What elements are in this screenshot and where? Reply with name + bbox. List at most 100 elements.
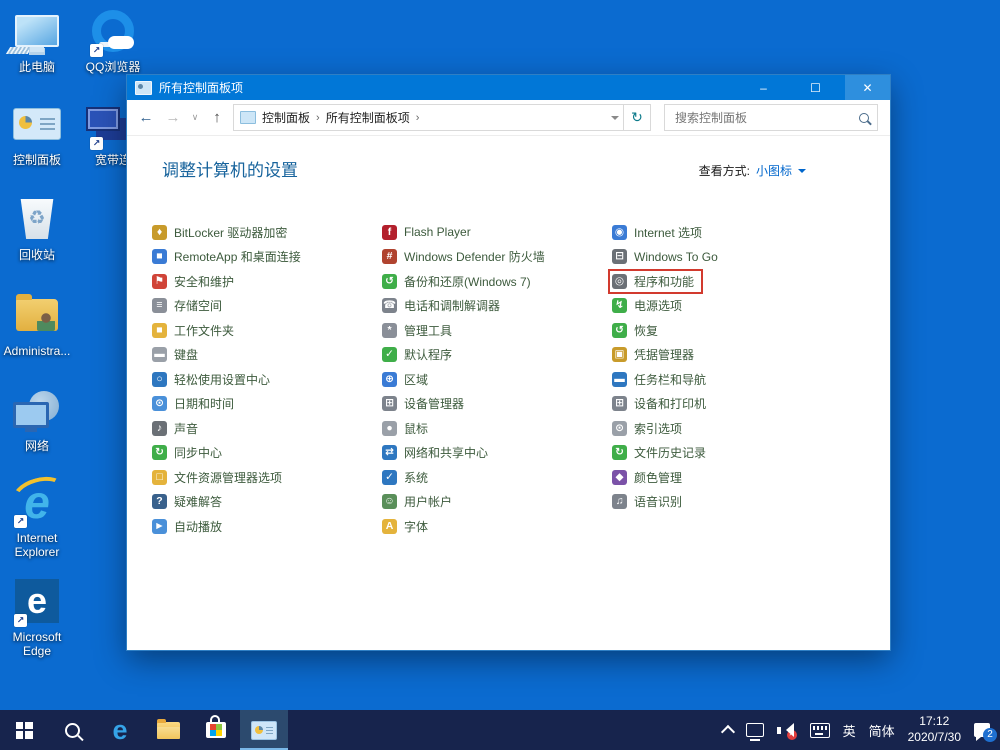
desktop-icon[interactable]: 回收站 bbox=[2, 194, 72, 263]
control-panel-item-label: 鼠标 bbox=[404, 421, 429, 436]
desktop-icon[interactable]: Administra... bbox=[2, 290, 72, 359]
control-panel-item[interactable]: ♫ 语音识别 bbox=[608, 490, 691, 515]
control-panel-item[interactable]: ◎ 程序和功能 bbox=[608, 269, 704, 294]
remote-desktop-icon: ■ bbox=[152, 249, 167, 265]
desktop-icon[interactable]: 此电脑 bbox=[2, 6, 72, 75]
control-panel-item[interactable]: ♦ BitLocker 驱动器加密 bbox=[148, 220, 296, 245]
search-box[interactable] bbox=[664, 104, 878, 131]
desktop-icon[interactable]: QQ浏览器 bbox=[78, 6, 148, 75]
taskbar-control-panel-button[interactable] bbox=[240, 710, 288, 750]
control-panel-item[interactable]: ⊙ 日期和时间 bbox=[148, 392, 243, 417]
control-panel-item[interactable]: ◉ Internet 选项 bbox=[608, 220, 711, 245]
control-panel-item[interactable]: ↯ 电源选项 bbox=[608, 294, 691, 319]
view-by-value[interactable]: 小图标 bbox=[756, 162, 792, 179]
action-center-icon[interactable]: 2 bbox=[974, 723, 997, 742]
control-panel-item[interactable]: ► 自动播放 bbox=[148, 514, 231, 539]
desktop-icon[interactable]: 控制面板 bbox=[2, 99, 72, 168]
control-panel-item[interactable]: ○ 轻松使用设置中心 bbox=[148, 367, 279, 392]
control-panel-item-label: Windows To Go bbox=[634, 249, 718, 264]
breadcrumb-separator[interactable]: › bbox=[416, 112, 420, 124]
control-panel-item[interactable]: ☎ 电话和调制解调器 bbox=[378, 294, 509, 319]
this-pc-icon bbox=[15, 15, 59, 47]
control-panel-item[interactable]: ✓ 系统 bbox=[378, 465, 437, 490]
control-panel-item[interactable]: ↺ 备份和还原(Windows 7) bbox=[378, 269, 540, 294]
clock[interactable]: 17:12 2020/7/30 bbox=[908, 714, 961, 745]
volume-muted-icon[interactable]: ✕ bbox=[776, 722, 797, 740]
recent-pages-chevron-icon[interactable]: ∨ bbox=[189, 112, 201, 123]
address-bar[interactable]: 控制面板 › 所有控制面板项 › bbox=[233, 104, 624, 131]
taskbar-file-explorer-button[interactable] bbox=[144, 710, 192, 750]
control-panel-item[interactable]: ⊙ 索引选项 bbox=[608, 416, 691, 441]
minimize-button[interactable]: – bbox=[741, 75, 786, 100]
control-panel-item-label: 工作文件夹 bbox=[174, 323, 235, 338]
refresh-button[interactable]: ↻ bbox=[624, 104, 651, 131]
control-panel-item[interactable]: A 字体 bbox=[378, 514, 437, 539]
control-panel-item-label: 管理工具 bbox=[404, 323, 453, 338]
breadcrumb-all-items[interactable]: 所有控制面板项 bbox=[326, 109, 410, 126]
explorer-options-icon: □ bbox=[152, 469, 167, 485]
control-panel-item[interactable]: ↻ 同步中心 bbox=[148, 441, 231, 466]
control-panel-item[interactable]: ■ RemoteApp 和桌面连接 bbox=[148, 245, 310, 270]
control-panel-item-label: 网络和共享中心 bbox=[404, 446, 489, 461]
control-panel-item[interactable]: ♪ 声音 bbox=[148, 416, 207, 441]
ime-indicator[interactable]: 简体 bbox=[869, 721, 895, 740]
phone-modem-icon: ☎ bbox=[382, 298, 397, 314]
control-panel-item[interactable]: ⊟ Windows To Go bbox=[608, 245, 727, 270]
desktop-icon[interactable]: Internet Explorer bbox=[2, 477, 72, 560]
control-panel-item-label: 任务栏和导航 bbox=[634, 372, 707, 387]
forward-button[interactable]: → bbox=[162, 109, 184, 126]
control-panel-item[interactable]: ▬ 任务栏和导航 bbox=[608, 367, 715, 392]
control-panel-item-label: 自动播放 bbox=[174, 519, 223, 534]
control-panel-item[interactable]: * 管理工具 bbox=[378, 318, 461, 343]
taskbar-edge-button[interactable]: e bbox=[96, 710, 144, 750]
window-title: 所有控制面板项 bbox=[159, 81, 244, 95]
control-panel-item[interactable]: ✓ 默认程序 bbox=[378, 343, 461, 368]
start-button[interactable] bbox=[0, 710, 48, 750]
clock-time: 17:12 bbox=[919, 714, 950, 729]
control-panel-item[interactable]: ⊕ 区域 bbox=[378, 367, 437, 392]
control-panel-item[interactable]: # Windows Defender 防火墙 bbox=[378, 245, 554, 270]
indexing-options-icon: ⊙ bbox=[612, 420, 627, 436]
breadcrumb-separator[interactable]: › bbox=[316, 112, 320, 124]
desktop-icon[interactable]: 网络 bbox=[2, 385, 72, 454]
close-button[interactable]: ✕ bbox=[845, 75, 890, 100]
control-panel-item[interactable]: ⊞ 设备管理器 bbox=[378, 392, 473, 417]
up-button[interactable]: ↑ bbox=[206, 109, 228, 126]
control-panel-item[interactable]: ● 鼠标 bbox=[378, 416, 437, 441]
fonts-icon: A bbox=[382, 518, 397, 534]
back-button[interactable]: ← bbox=[135, 109, 157, 126]
control-panel-item[interactable]: ■ 工作文件夹 bbox=[148, 318, 243, 343]
control-panel-item[interactable]: f Flash Player bbox=[378, 220, 480, 245]
control-panel-item[interactable]: ↻ 文件历史记录 bbox=[608, 441, 715, 466]
control-panel-item[interactable]: ⊞ 设备和打印机 bbox=[608, 392, 715, 417]
control-panel-item[interactable]: ◆ 颜色管理 bbox=[608, 465, 691, 490]
taskbar-search-button[interactable] bbox=[48, 710, 96, 750]
hidden-icons-chevron-icon[interactable] bbox=[720, 724, 735, 739]
search-icon[interactable] bbox=[859, 112, 869, 123]
control-panel-column: ♦ BitLocker 驱动器加密 ■ RemoteApp 和桌面连接 ⚑ 安全… bbox=[148, 220, 378, 539]
window-content: 调整计算机的设置 查看方式: 小图标 ♦ BitLocker 驱动器加密 ■ R… bbox=[127, 136, 890, 650]
breadcrumb-control-panel[interactable]: 控制面板 bbox=[262, 109, 310, 126]
control-panel-item[interactable]: ? 疑难解答 bbox=[148, 490, 231, 515]
control-panel-item[interactable]: ☺ 用户帐户 bbox=[378, 490, 461, 515]
control-panel-item[interactable]: ▬ 键盘 bbox=[148, 343, 207, 368]
network-icon bbox=[13, 391, 59, 432]
desktop-icon[interactable]: Microsoft Edge bbox=[2, 576, 72, 659]
touch-keyboard-icon[interactable] bbox=[809, 722, 830, 738]
control-panel-item[interactable]: □ 文件资源管理器选项 bbox=[148, 465, 291, 490]
title-bar[interactable]: 所有控制面板项 – ☐ ✕ bbox=[127, 75, 890, 100]
network-status-icon[interactable] bbox=[745, 723, 764, 741]
taskbar-store-button[interactable] bbox=[192, 710, 240, 750]
view-by-dropdown-icon[interactable] bbox=[798, 168, 806, 177]
control-panel-item[interactable]: ⚑ 安全和维护 bbox=[148, 269, 243, 294]
language-indicator-en[interactable]: 英 bbox=[843, 721, 856, 740]
maximize-button[interactable]: ☐ bbox=[793, 75, 838, 100]
view-by-label: 查看方式: bbox=[698, 164, 750, 178]
control-panel-item[interactable]: ≡ 存储空间 bbox=[148, 294, 231, 319]
control-panel-item-label: Internet 选项 bbox=[634, 225, 703, 240]
control-panel-item[interactable]: ▣ 凭据管理器 bbox=[608, 343, 703, 368]
search-input[interactable] bbox=[673, 109, 853, 126]
address-dropdown-icon[interactable] bbox=[611, 115, 619, 124]
control-panel-item[interactable]: ↺ 恢复 bbox=[608, 318, 667, 343]
control-panel-item[interactable]: ⇄ 网络和共享中心 bbox=[378, 441, 497, 466]
